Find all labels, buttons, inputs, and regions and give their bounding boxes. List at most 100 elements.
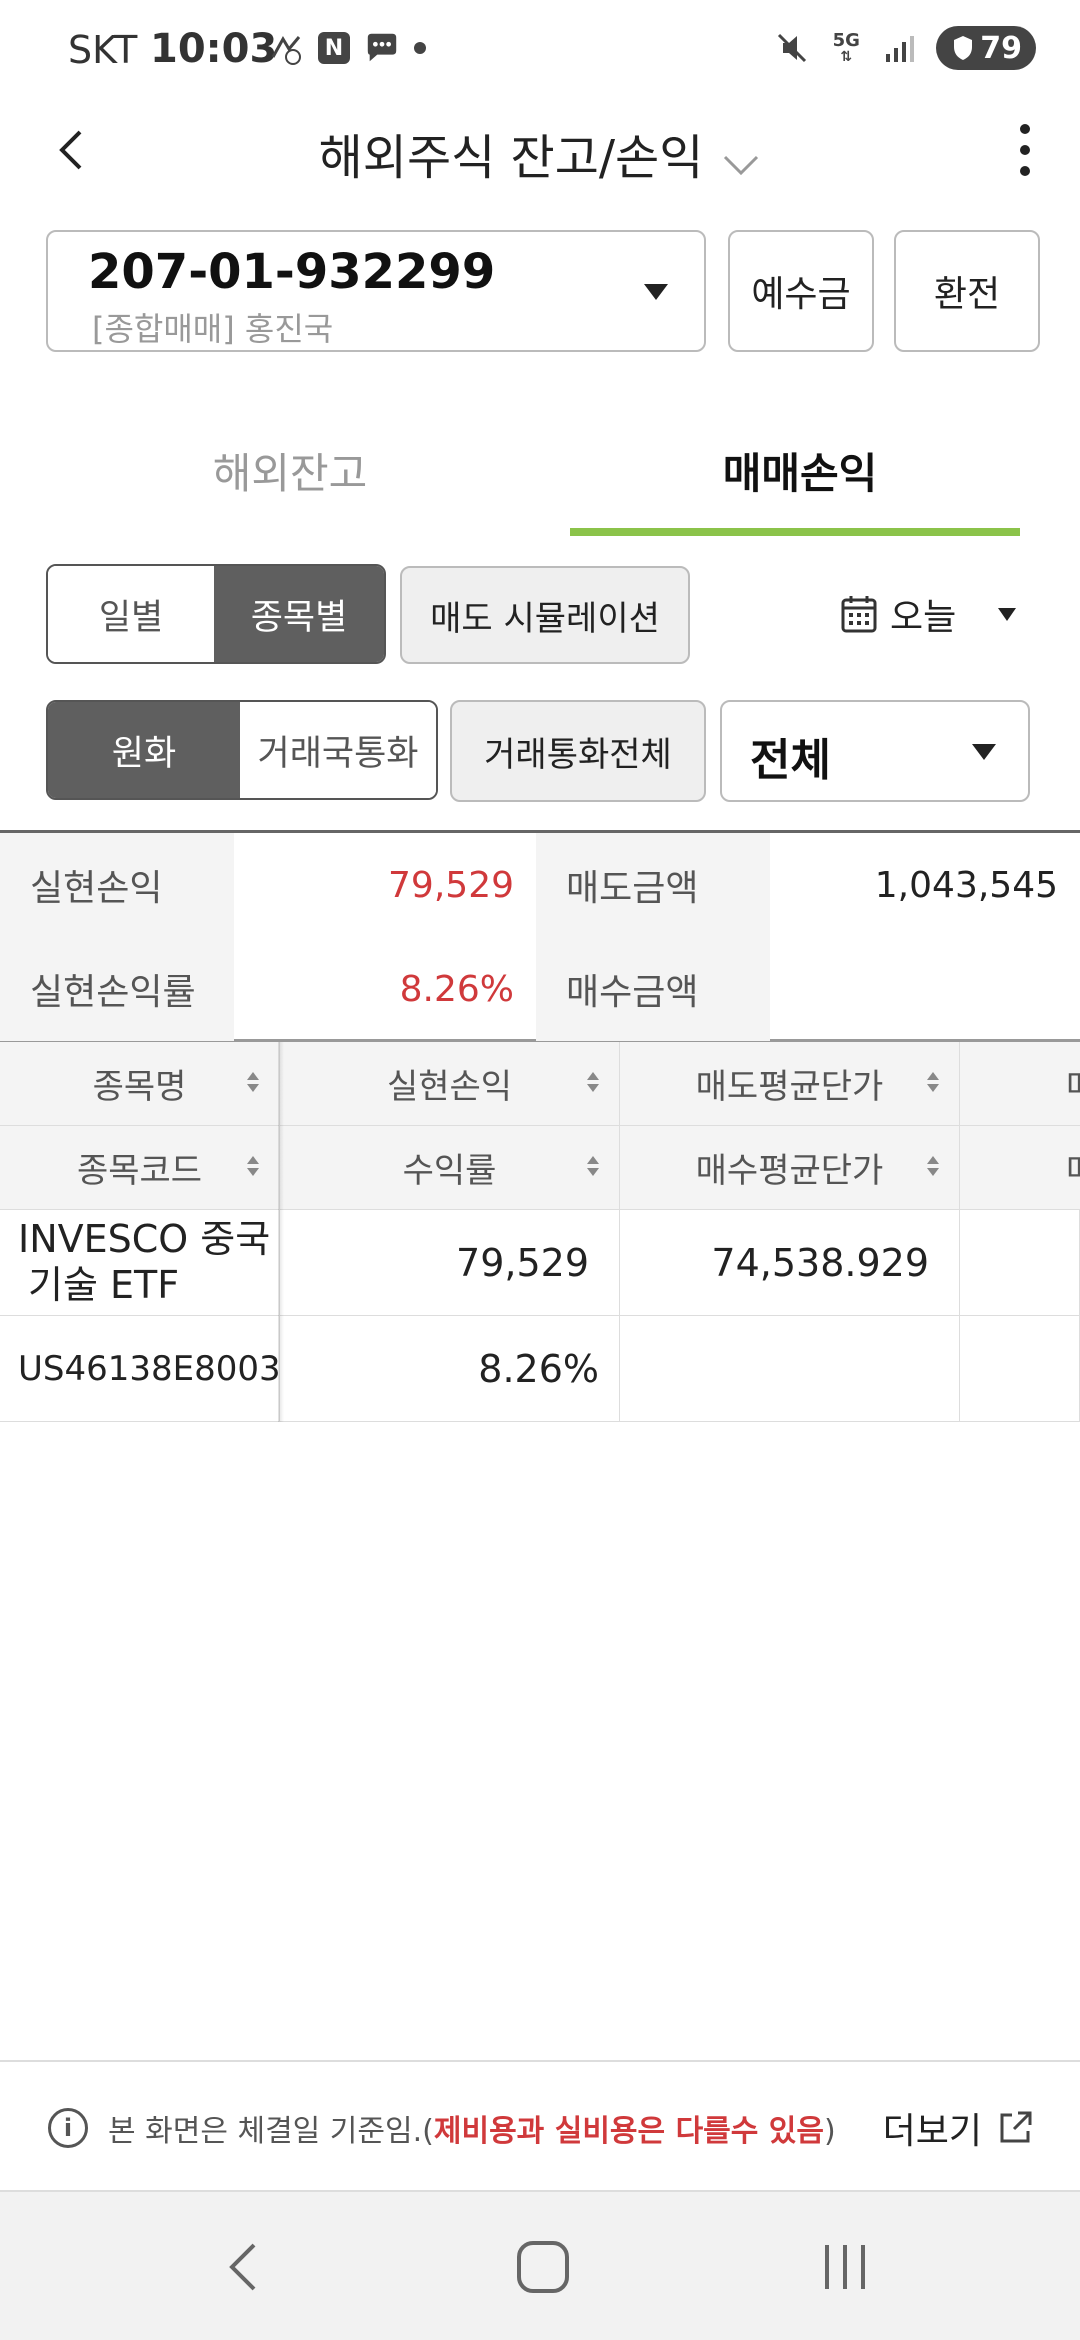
dropdown-arrow-icon bbox=[644, 284, 668, 300]
all-currency-button[interactable]: 거래통화전체 bbox=[450, 700, 706, 802]
notice-main: 본 화면은 체결일 기준임. bbox=[108, 2114, 423, 2149]
header-label: 종목코드 bbox=[76, 1151, 203, 1191]
notice-close-paren: ) bbox=[824, 2114, 836, 2149]
deposit-button[interactable]: 예수금 bbox=[728, 230, 874, 352]
more-link[interactable]: 더보기 bbox=[883, 2102, 1034, 2154]
dot-icon bbox=[1020, 145, 1030, 155]
nav-recents-icon bbox=[825, 2245, 865, 2289]
summary-table: 실현손익 79,529 매도금액 1,043,545 실현손익률 8.26% 매… bbox=[0, 830, 1080, 1042]
nav-recents-button[interactable] bbox=[800, 2222, 890, 2312]
sell-avg-price-cell: 74,538.929 bbox=[620, 1210, 960, 1316]
column-header-partial[interactable]: 매 bbox=[960, 1042, 1080, 1126]
clock: 10:03 bbox=[150, 26, 278, 72]
header-label: 매 bbox=[1066, 1059, 1080, 1108]
realized-pl-cell: 79,529 bbox=[280, 1210, 620, 1316]
more-notifications-dot bbox=[414, 42, 426, 54]
battery-indicator: 79 bbox=[936, 26, 1036, 70]
shield-icon bbox=[954, 36, 973, 60]
header-label: 매도평균단가 bbox=[695, 1067, 884, 1107]
carrier-label: SKT bbox=[68, 28, 138, 72]
signal-icon bbox=[882, 30, 918, 66]
nav-home-button[interactable] bbox=[498, 2222, 588, 2312]
more-link-label: 더보기 bbox=[882, 2111, 982, 2152]
stock-name-line1: INVESCO 중국 bbox=[18, 1216, 271, 1261]
naver-icon: N bbox=[318, 32, 350, 64]
exchange-button[interactable]: 환전 bbox=[894, 230, 1040, 352]
sell-amount-label: 매도금액 bbox=[536, 833, 770, 937]
segment-daily[interactable]: 일별 bbox=[48, 566, 215, 662]
buy-amount-label: 매수금액 bbox=[536, 937, 770, 1041]
stock-code-cell[interactable]: US46138E8003 bbox=[0, 1316, 281, 1422]
nav-home-icon bbox=[517, 2241, 569, 2293]
header-label: 매수평균단가 bbox=[695, 1151, 884, 1191]
account-number: 207-01-932299 bbox=[88, 244, 496, 300]
column-header-realized-pl[interactable]: 실현손익 bbox=[280, 1042, 620, 1126]
segment-by-stock[interactable]: 종목별 bbox=[214, 566, 384, 662]
segment-krw[interactable]: 원화 bbox=[48, 702, 241, 798]
market-select[interactable]: 전체 bbox=[720, 700, 1030, 802]
fixed-column-shadow bbox=[278, 1042, 284, 1422]
column-header-sell-avg-price[interactable]: 매도평균단가 bbox=[620, 1042, 960, 1126]
partial-cell bbox=[960, 1210, 1080, 1316]
account-selector[interactable]: 207-01-932299 [종합매매] 홍진국 bbox=[46, 230, 706, 352]
date-picker[interactable]: 오늘 bbox=[840, 586, 1017, 642]
buy-amount-value bbox=[770, 937, 1080, 1041]
info-icon: i bbox=[48, 2108, 88, 2148]
more-menu-button[interactable] bbox=[1000, 118, 1050, 182]
return-rate-cell: 8.26% bbox=[280, 1316, 620, 1422]
market-select-value: 전체 bbox=[750, 735, 831, 786]
active-tab-indicator bbox=[570, 528, 1020, 536]
realized-pl-label: 실현손익 bbox=[0, 833, 234, 937]
notice-text: 본 화면은 체결일 기준임.(제비용과 실비용은 다를수 있음) bbox=[108, 2106, 836, 2150]
header-label: 종목명 bbox=[92, 1067, 187, 1107]
nav-back-icon bbox=[229, 2243, 256, 2291]
page-title-dropdown[interactable]: 해외주식 잔고/손익 bbox=[0, 118, 1080, 189]
period-segment: 일별 종목별 bbox=[46, 564, 386, 664]
nav-back-button[interactable] bbox=[198, 2222, 288, 2312]
column-header-partial[interactable]: 매 bbox=[960, 1126, 1080, 1210]
notice-open-paren: ( bbox=[422, 2114, 434, 2149]
app-header: 해외주식 잔고/손익 bbox=[0, 100, 1080, 200]
partial-cell bbox=[960, 1316, 1080, 1422]
column-header-return-rate[interactable]: 수익률 bbox=[280, 1126, 620, 1210]
buy-avg-price-cell bbox=[620, 1316, 960, 1422]
header-label: 수익률 bbox=[402, 1151, 497, 1191]
dropdown-arrow-icon bbox=[998, 607, 1017, 621]
chevron-down-icon bbox=[721, 133, 761, 189]
stock-name-line2: 기술 ETF bbox=[28, 1262, 180, 1307]
date-label: 오늘 bbox=[890, 597, 957, 638]
message-icon bbox=[364, 30, 400, 66]
system-navigation-bar bbox=[0, 2192, 1080, 2340]
header-label: 매 bbox=[1066, 1143, 1080, 1192]
notice-highlight: 제비용과 실비용은 다를수 있음 bbox=[433, 2114, 825, 2149]
system-icons: 5G ⇅ 79 bbox=[774, 26, 1036, 70]
page-title: 해외주식 잔고/손익 bbox=[318, 130, 704, 186]
network-5g-icon: 5G ⇅ bbox=[832, 30, 860, 65]
calendar-icon bbox=[841, 596, 877, 633]
mute-icon bbox=[774, 30, 810, 66]
external-link-icon bbox=[1000, 2111, 1032, 2143]
dot-icon bbox=[1020, 124, 1030, 134]
notification-icons: N bbox=[268, 30, 426, 66]
sell-amount-value: 1,043,545 bbox=[874, 864, 1058, 906]
currency-segment: 원화 거래국통화 bbox=[46, 700, 438, 800]
tab-trading-pl[interactable]: 매매손익 bbox=[570, 440, 1030, 501]
dropdown-arrow-icon bbox=[972, 744, 996, 760]
battery-level: 79 bbox=[980, 30, 1022, 66]
network-label: 5G bbox=[832, 30, 860, 51]
column-header-buy-avg-price[interactable]: 매수평균단가 bbox=[620, 1126, 960, 1210]
sell-simulation-button[interactable]: 매도 시뮬레이션 bbox=[400, 566, 690, 664]
status-bar: SKT 10:03 N 5G ⇅ 79 bbox=[0, 0, 1080, 100]
column-header-stock-code[interactable]: 종목코드 bbox=[0, 1126, 280, 1210]
tab-overseas-balance[interactable]: 해외잔고 bbox=[60, 440, 520, 501]
realized-pl-value: 79,529 bbox=[388, 864, 514, 906]
dot-icon bbox=[1020, 166, 1030, 176]
realized-rate-label: 실현손익률 bbox=[0, 937, 234, 1041]
account-name: [종합매매] 홍진국 bbox=[92, 310, 334, 348]
segment-trade-currency[interactable]: 거래국통화 bbox=[240, 702, 436, 798]
column-header-stock-name[interactable]: 종목명 bbox=[0, 1042, 280, 1126]
notice-bar: i 본 화면은 체결일 기준임.(제비용과 실비용은 다를수 있음) 더보기 bbox=[0, 2060, 1080, 2192]
stock-name-cell[interactable]: INVESCO 중국 기술 ETF bbox=[0, 1210, 280, 1316]
header-label: 실현손익 bbox=[386, 1067, 513, 1107]
realized-rate-value: 8.26% bbox=[399, 968, 514, 1010]
